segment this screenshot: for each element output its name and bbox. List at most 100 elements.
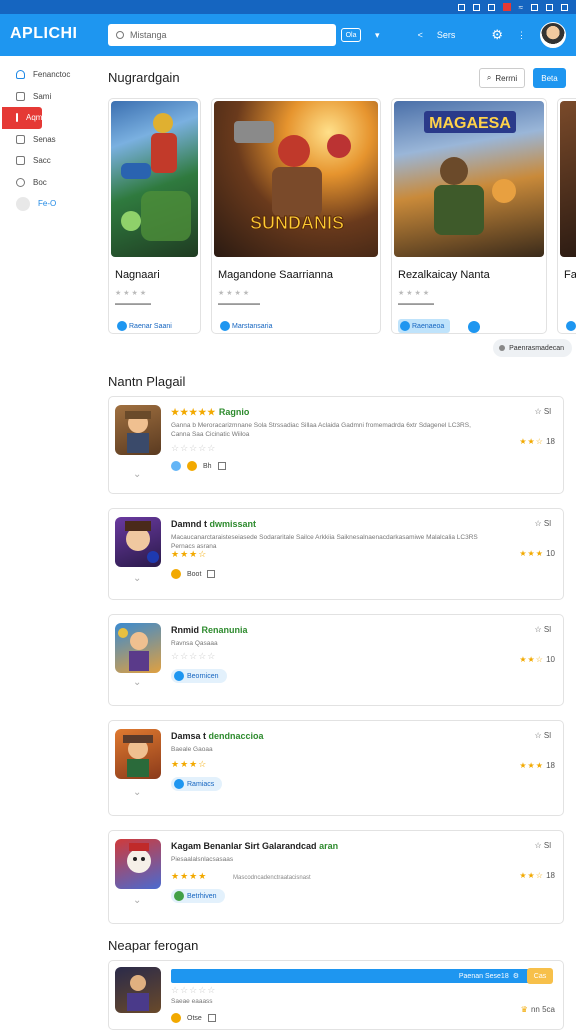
sidebar-item-3[interactable]: Senas: [0, 129, 90, 151]
category-chip[interactable]: Betrhiven: [171, 889, 225, 903]
game-thumbnail: [115, 729, 161, 779]
progress-bar: Paenan Sese 18 ⚙: [171, 969, 529, 983]
list-item-description: Macaucanarctaraisteseiasede Sodararitale…: [171, 534, 478, 550]
favorite-button[interactable]: ☆ Sl: [534, 407, 551, 416]
favorite-button[interactable]: ☆ Sl: [534, 841, 551, 850]
sidebar-item-4[interactable]: Sacc: [0, 150, 90, 172]
checkbox[interactable]: [217, 462, 226, 470]
featured-card[interactable]: Fa: [557, 98, 576, 334]
wifi-icon: ≈: [518, 2, 523, 12]
list-item-actions: Bh: [171, 461, 226, 471]
list-item-title: Rnmid Renanunia: [171, 625, 248, 635]
card-tag[interactable]: Raenaeoa: [398, 319, 451, 333]
search-bar[interactable]: Mistanga: [108, 24, 336, 46]
favorite-button[interactable]: ☆ Sl: [534, 625, 551, 634]
featured-card[interactable]: Nagnaari ★★★★ ▬▬▬▬▬▬ Raenar Saani: [108, 98, 201, 334]
app-logo[interactable]: APLICHI: [10, 25, 78, 43]
list-item-actions: Boot: [171, 569, 216, 579]
list-item-meta: Mascodncadenctraatacisnast: [233, 875, 311, 881]
search-icon: ⌕: [486, 73, 492, 82]
status-icon: [546, 3, 553, 11]
list-section-title: Nantn Plagail: [108, 374, 186, 389]
more-vertical-icon[interactable]: ⋮: [517, 30, 526, 41]
grid-icon: [16, 113, 18, 123]
emoji-icon[interactable]: [171, 569, 181, 579]
list-item-score: ★★★ 10: [519, 549, 555, 558]
card-tag[interactable]: Raenar Saani: [115, 319, 178, 333]
game-thumbnail: [115, 967, 161, 1013]
chevron-down-icon[interactable]: ⌄: [133, 573, 141, 584]
favorite-button[interactable]: ☆ Sl: [534, 731, 551, 740]
circle-icon: [16, 196, 30, 211]
favorite-button[interactable]: ☆ Sl: [534, 519, 551, 528]
sidebar-item-5[interactable]: Boc: [0, 172, 90, 194]
sidebar-item-label: Boc: [33, 177, 47, 187]
sidebar-item-label: Fe-O: [38, 199, 57, 209]
list-item-rating: ☆☆☆☆☆: [171, 443, 217, 453]
card-title: Rezalkaicay Nanta: [398, 269, 490, 281]
sidebar-item-2[interactable]: Aqmanai: [2, 107, 58, 129]
featured-card[interactable]: SUNDANIS Magandone Saarrianna ★★★★ ▬▬▬▬▬…: [211, 98, 381, 334]
share-icon[interactable]: <: [418, 30, 423, 40]
game-artwork: SUNDANIS: [214, 101, 378, 257]
chevron-down-icon[interactable]: ⌄: [133, 677, 141, 688]
list-item[interactable]: Damnd t dwmissant Macaucanarctaraistesei…: [108, 508, 564, 600]
filter-button-label: Rerrni: [495, 73, 518, 83]
filter-button[interactable]: ⌕ Rerrni: [479, 68, 525, 88]
list-item-title: Damnd t dwmissant: [171, 519, 257, 529]
checkbox[interactable]: [207, 1014, 216, 1022]
list-item[interactable]: Kagam Benanlar Sirt Galarandcad aran Pie…: [108, 830, 564, 924]
list-icon: [16, 134, 25, 144]
card-rating: ★★★★: [398, 290, 432, 297]
checkbox[interactable]: [207, 570, 216, 578]
chevron-down-icon[interactable]: ⌄: [133, 787, 141, 798]
badge-icon: [468, 321, 480, 333]
sidebar-item-label: Sacc: [33, 156, 51, 166]
card-meta: ▬▬▬▬▬▬▬: [218, 301, 260, 307]
card-tag[interactable]: [564, 319, 576, 333]
card-rating: ★★★★: [218, 290, 252, 297]
emoji-icon[interactable]: [187, 461, 197, 471]
chevron-down-icon[interactable]: ⌄: [133, 469, 141, 480]
display-mode-icon[interactable]: Ola: [341, 28, 362, 42]
list-item[interactable]: Damsa t dendnaccioa Baeale Gaoaa ★★★☆ Ra…: [108, 720, 564, 816]
like-icon[interactable]: [171, 461, 181, 471]
search-input[interactable]: Mistanga: [130, 30, 167, 40]
list-item-score: ★★☆ 18: [519, 437, 555, 446]
card-tag[interactable]: Marstansaria: [218, 319, 279, 333]
sidebar-item-label: Fenanctoc: [33, 70, 71, 80]
list-item[interactable]: ★★★★★ Ragnio Ganna b Meroracarizmnane So…: [108, 396, 564, 494]
emoji-icon[interactable]: [171, 1013, 181, 1023]
featured-card[interactable]: MAGAESA Rezalkaicay Nanta ★★★★ ▬▬▬▬▬▬ Ra…: [391, 98, 547, 334]
gear-icon[interactable]: ⚙: [491, 27, 503, 43]
chevron-down-icon[interactable]: ▾: [375, 30, 380, 41]
game-artwork: [111, 101, 198, 257]
sidebar-item-0[interactable]: Fenanctoc: [0, 64, 90, 86]
chevron-down-icon[interactable]: ⌄: [133, 895, 141, 906]
list-item-rating: ★★★☆: [171, 759, 208, 769]
primary-button[interactable]: Beta: [533, 68, 566, 88]
category-chip[interactable]: Ramiacs: [171, 777, 223, 791]
doc-icon: [16, 156, 25, 166]
sidebar-item-1[interactable]: Sami: [0, 86, 90, 108]
highlight-button[interactable]: Cas: [527, 968, 553, 984]
game-artwork: MAGAESA: [394, 101, 544, 257]
featured-carousel: Nagnaari ★★★★ ▬▬▬▬▬▬ Raenar Saani SUNDAN…: [108, 98, 576, 334]
status-icon: [561, 3, 568, 11]
share-link[interactable]: Sers: [437, 30, 456, 40]
sidebar-item-label: Aqmanai: [26, 113, 58, 123]
show-more-link[interactable]: Paenrasmadecan: [493, 339, 572, 357]
search-icon: [116, 31, 124, 39]
list-item-rating: ☆☆☆☆☆: [171, 985, 217, 995]
featured-section-title: Nugrardgain: [108, 70, 180, 85]
category-chip[interactable]: Beornicen: [171, 669, 227, 683]
sidebar-item-6[interactable]: Fe-O: [0, 193, 90, 215]
sidebar: Fenanctoc Sami Aqmanai Senas Sacc Boc Fe…: [0, 64, 90, 215]
list-item[interactable]: Paenan Sese 18 ⚙ Cas ☆☆☆☆☆ Saeae eaaass O…: [108, 960, 564, 1030]
list-item-rating: ☆☆☆☆☆: [171, 651, 217, 661]
list-item-description: Ganna b Meroracarizmnane Sola Strssadiac…: [171, 422, 471, 438]
user-avatar[interactable]: [540, 22, 566, 48]
list-item[interactable]: Rnmid Renanunia Ravnsa Qasaaa ☆☆☆☆☆ Beor…: [108, 614, 564, 706]
card-meta: ▬▬▬▬▬▬: [398, 301, 434, 307]
game-artwork: [560, 101, 576, 257]
